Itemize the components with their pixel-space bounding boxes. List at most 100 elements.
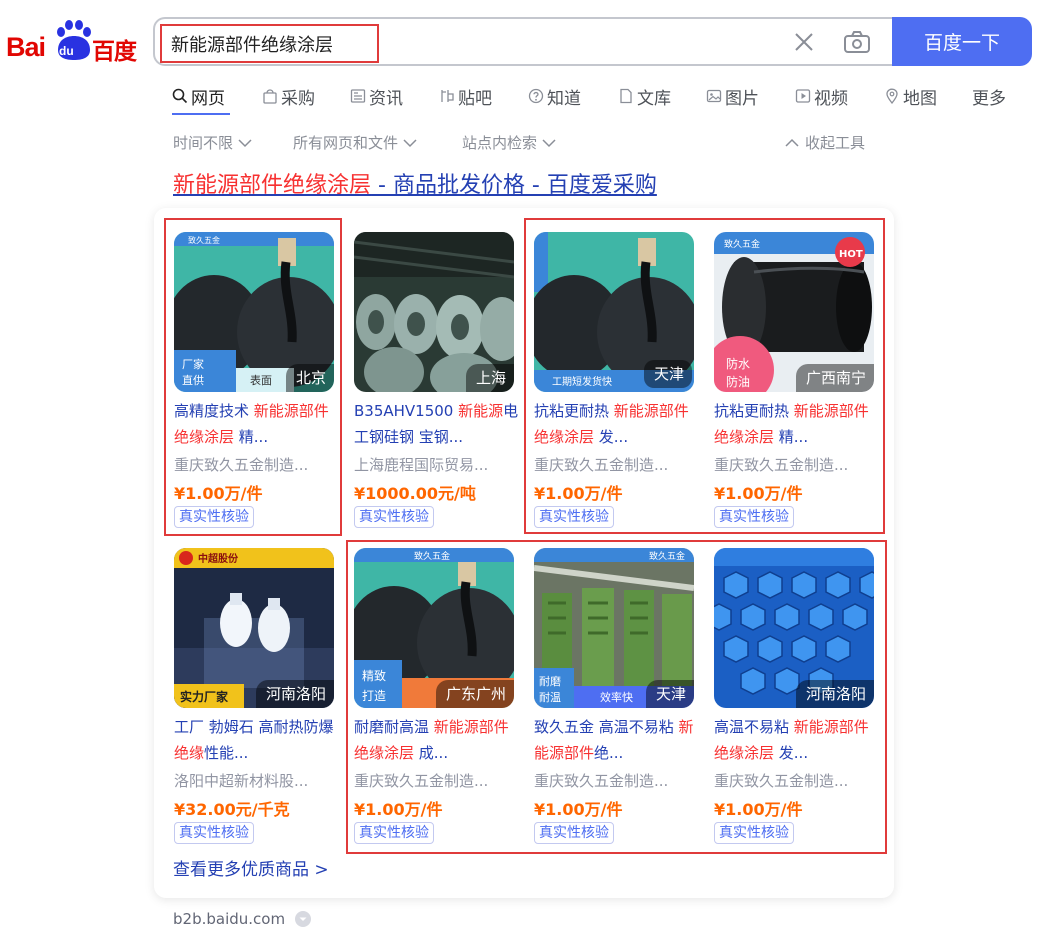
result-source: b2b.baidu.com [173, 910, 312, 928]
svg-text:精致: 精致 [362, 669, 386, 683]
svg-text:直供: 直供 [182, 373, 204, 387]
tieba-icon [441, 90, 454, 102]
product-image[interactable]: 工期短发货快 天津 [534, 232, 694, 392]
logo-bai-text: Bai [6, 32, 46, 62]
logo-chinese-text: 百度 [92, 39, 137, 65]
search-button[interactable]: 百度一下 [892, 17, 1032, 66]
product-image[interactable]: 河南洛阳 [714, 548, 874, 708]
seller-name: 洛阳中超新材料股... [174, 772, 309, 790]
tab-more[interactable]: 更多 [972, 82, 1006, 110]
product-title[interactable]: 耐磨耐高温 新能源部件绝缘涂层 成... [354, 714, 520, 766]
product-image[interactable]: 致久五金 耐磨 耐温 效率快 天津 [534, 548, 694, 708]
seller-name: 重庆致久五金制造... [534, 772, 669, 790]
product-title[interactable]: B35AHV1500 新能源电工钢硅钢 宝钢... [354, 398, 520, 450]
product-title-text: 高精度技术 [174, 402, 254, 420]
product-title-highlight: 绝缘 [174, 744, 205, 762]
image-brand-text: 致久五金 [649, 550, 685, 562]
filter-time[interactable]: 时间不限 [173, 132, 252, 153]
product-title[interactable]: 高精度技术 新能源部件绝缘涂层 精... [174, 398, 340, 450]
product-image[interactable]: 致久五金 精致 打造 广东广州 [354, 548, 514, 708]
tab-wenku[interactable]: 文库 [618, 82, 671, 110]
product-title-text: 精... [234, 428, 269, 446]
product-title[interactable]: 抗粘更耐热 新能源部件绝缘涂层 发... [534, 398, 700, 450]
shopping-bag-icon [263, 89, 277, 104]
verified-badge: 真实性核验 [714, 822, 794, 844]
verified-badge: 真实性核验 [714, 506, 794, 528]
location-tag: 广东广州 [435, 680, 514, 708]
location-tag: 天津 [643, 360, 692, 388]
baidu-logo[interactable]: Bai du 百度 [6, 20, 138, 65]
tab-images[interactable]: 图片 [706, 82, 759, 110]
seller-name: 重庆致久五金制造... [714, 772, 849, 790]
collapse-tools-button[interactable]: 收起工具 [785, 132, 865, 153]
svg-text:耐磨: 耐磨 [539, 675, 561, 688]
tab-video[interactable]: 视频 [795, 82, 848, 110]
product-title-text: 耐磨耐高温 [354, 718, 434, 736]
tab-label: 知道 [547, 88, 581, 109]
chevron-up-icon [785, 138, 799, 147]
product-title[interactable]: 抗粘更耐热 新能源部件绝缘涂层 精... [714, 398, 880, 450]
product-image[interactable]: 致久五金 HOT 防水 防油 广西南宁 [714, 232, 874, 392]
verified-badge: 真实性核验 [174, 506, 254, 528]
tab-news[interactable]: 资讯 [350, 82, 403, 110]
price: ¥1.00万/件 [714, 800, 803, 819]
result-title-highlight: 新能源部件绝缘涂层 [173, 173, 372, 198]
news-icon [350, 89, 366, 103]
more-products-link[interactable]: 查看更多优质商品 > [173, 855, 329, 880]
location-tag: 广西南宁 [795, 364, 874, 392]
product-title-highlight: 新能源 [458, 402, 504, 420]
product-title[interactable]: 高温不易粘 新能源部件绝缘涂层 发... [714, 714, 880, 766]
tab-web[interactable]: 网页 [172, 82, 225, 110]
tab-label: 视频 [814, 88, 848, 109]
product-title-text: 抗粘更耐热 [534, 402, 614, 420]
product-image[interactable]: 致久五金 厂家 直供 表面 北京 [174, 232, 334, 392]
search-icon [172, 88, 188, 104]
filter-site[interactable]: 站点内检索 [462, 132, 556, 153]
image-brand-text: 致久五金 [724, 238, 760, 250]
verified-badge: 真实性核验 [534, 506, 614, 528]
chevron-down-circle-icon[interactable] [295, 911, 312, 927]
location-tag: 河南洛阳 [255, 680, 334, 708]
product-title-text: B35AHV1500 [354, 402, 459, 420]
tab-purchase[interactable]: 采购 [262, 82, 315, 110]
logo-du-text: du [59, 44, 74, 58]
price: ¥1.00万/件 [174, 484, 263, 503]
product-title[interactable]: 致久五金 高温不易粘 新能源部件绝... [534, 714, 700, 766]
question-icon [528, 88, 544, 104]
seller-name: 重庆致久五金制造... [174, 456, 309, 474]
tab-zhidao[interactable]: 知道 [528, 82, 581, 110]
product-image[interactable]: 上海 [354, 232, 514, 392]
document-icon [620, 88, 632, 104]
verified-badge: 真实性核验 [534, 822, 614, 844]
image-surface-text: 表面 [250, 373, 272, 387]
product-title-text: 性能... [204, 744, 249, 762]
price: ¥32.00元/千克 [174, 800, 290, 819]
chevron-down-icon [403, 138, 417, 147]
seller-name: 重庆致久五金制造... [714, 456, 849, 474]
tab-tieba[interactable]: 贴吧 [439, 82, 492, 110]
product-title[interactable]: 工厂 勃姆石 高耐热防爆 绝缘性能... [174, 714, 340, 766]
price: ¥1.00万/件 [714, 484, 803, 503]
source-url: b2b.baidu.com [173, 910, 286, 928]
location-tag: 天津 [645, 680, 694, 708]
tab-label: 网页 [191, 88, 225, 109]
chevron-down-icon [542, 138, 556, 147]
filter-time-label: 时间不限 [173, 134, 234, 152]
filter-file-type[interactable]: 所有网页和文件 [293, 132, 417, 153]
search-input[interactable]: 新能源部件绝缘涂层 [153, 17, 893, 66]
close-icon[interactable] [791, 29, 817, 55]
location-tag: 河南洛阳 [795, 680, 874, 708]
svg-text:厂家: 厂家 [182, 357, 204, 371]
price: ¥1.00万/件 [354, 800, 443, 819]
filter-site-label: 站点内检索 [462, 134, 538, 152]
seller-name: 重庆致久五金制造... [354, 772, 489, 790]
verified-badge: 真实性核验 [174, 822, 254, 844]
result-title-link[interactable]: 新能源部件绝缘涂层 - 商品批发价格 - 百度爱采购 [173, 167, 657, 199]
camera-icon[interactable] [843, 29, 871, 55]
product-title-text: 发... [774, 744, 809, 762]
tab-label: 资讯 [369, 88, 403, 109]
svg-text:耐温: 耐温 [539, 691, 561, 704]
product-image[interactable]: 中超股份 实力厂家 河南洛阳 [174, 548, 334, 708]
tab-label: 采购 [281, 88, 315, 109]
tab-map[interactable]: 地图 [884, 82, 937, 110]
